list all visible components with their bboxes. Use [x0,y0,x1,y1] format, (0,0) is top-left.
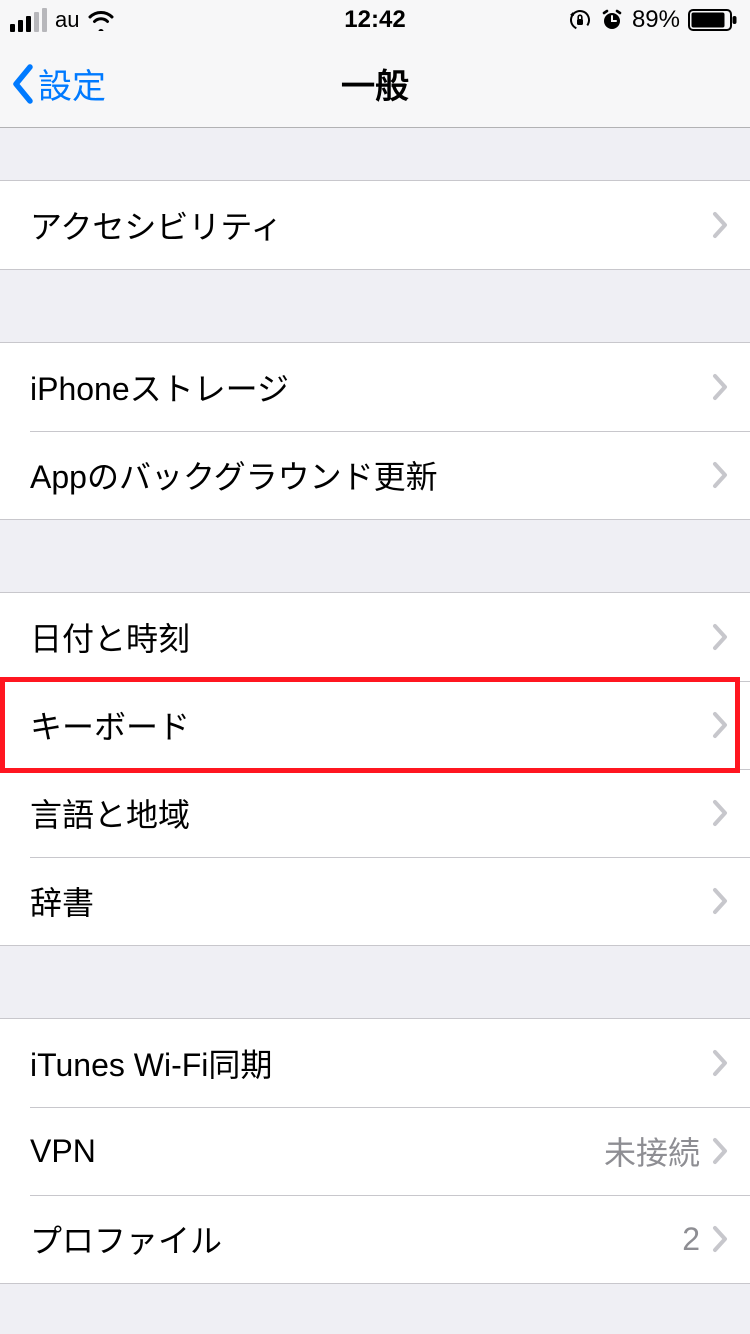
clock-label: 12:42 [344,6,405,33]
row-label: Appのバックグラウンド更新 [30,452,712,498]
settings-group: iTunes Wi-Fi同期 VPN 未接続 プロファイル 2 [0,1018,750,1284]
row-dictionary[interactable]: 辞書 [0,857,750,945]
row-label: アクセシビリティ [30,202,712,248]
group-spacer [0,520,750,592]
chevron-right-icon [712,1137,728,1165]
row-background-refresh[interactable]: Appのバックグラウンド更新 [0,431,750,519]
row-label: プロファイル [30,1216,682,1262]
chevron-right-icon [712,461,728,489]
settings-group: iPhoneストレージ Appのバックグラウンド更新 [0,342,750,520]
group-spacer [0,128,750,180]
group-spacer [0,270,750,342]
row-label: 日付と時刻 [30,614,712,660]
chevron-right-icon [712,1049,728,1077]
row-vpn[interactable]: VPN 未接続 [0,1107,750,1195]
row-language-region[interactable]: 言語と地域 [0,769,750,857]
row-keyboard[interactable]: キーボード [0,681,750,769]
settings-group: 日付と時刻 キーボード 言語と地域 辞書 [0,592,750,946]
nav-bar: 設定 一般 [0,40,750,128]
row-accessibility[interactable]: アクセシビリティ [0,181,750,269]
row-value: 未接続 [604,1128,700,1174]
row-profile[interactable]: プロファイル 2 [0,1195,750,1283]
row-label: iPhoneストレージ [30,364,712,410]
page-title: 一般 [341,59,409,108]
chevron-right-icon [712,887,728,915]
row-itunes-wifi-sync[interactable]: iTunes Wi-Fi同期 [0,1019,750,1107]
row-label: VPN [30,1133,604,1170]
chevron-right-icon [712,211,728,239]
row-label: 言語と地域 [30,790,712,836]
group-spacer [0,946,750,1018]
settings-group: アクセシビリティ [0,180,750,270]
chevron-left-icon [10,63,34,105]
chevron-right-icon [712,1225,728,1253]
chevron-right-icon [712,623,728,651]
row-label: iTunes Wi-Fi同期 [30,1040,712,1086]
row-date-time[interactable]: 日付と時刻 [0,593,750,681]
chevron-right-icon [712,373,728,401]
chevron-right-icon [712,711,728,739]
back-label: 設定 [38,59,106,108]
back-button[interactable]: 設定 [10,40,106,127]
row-value: 2 [682,1221,700,1258]
chevron-right-icon [712,799,728,827]
row-label: キーボード [30,702,712,748]
row-label: 辞書 [30,878,712,924]
status-bar: au 12:42 89% [0,0,750,40]
row-iphone-storage[interactable]: iPhoneストレージ [0,343,750,431]
status-time: 12:42 [0,6,750,34]
